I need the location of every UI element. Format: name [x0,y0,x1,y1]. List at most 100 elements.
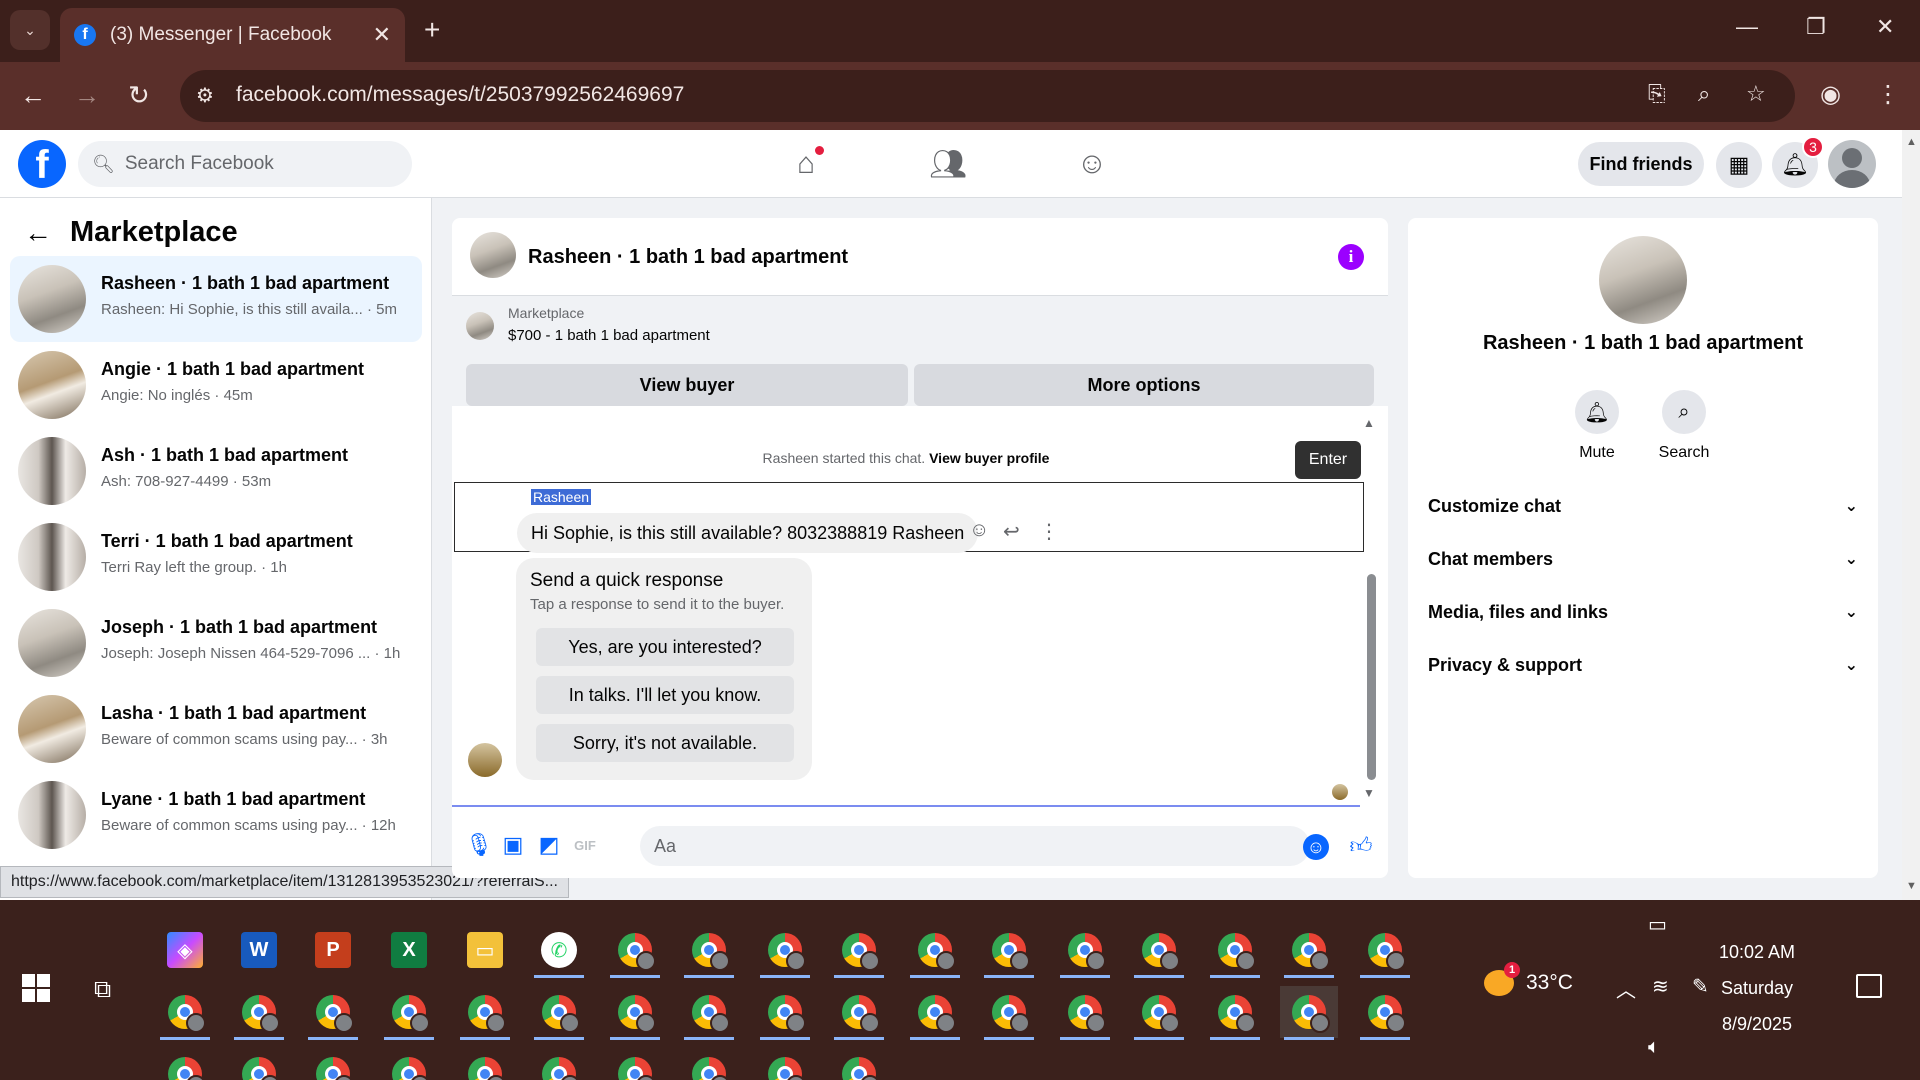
back-arrow-icon[interactable]: ← [24,217,52,249]
find-friends-button[interactable]: Find friends [1578,142,1704,186]
conversation-item[interactable]: Terri · 1 bath 1 bad apartment Terri Ray… [10,514,422,600]
quick-response-button[interactable]: In talks. I'll let you know. [536,676,794,714]
view-buyer-button[interactable]: View buyer [466,364,908,406]
excel-icon[interactable]: X [380,924,438,976]
conversation-item[interactable]: Lasha · 1 bath 1 bad apartment Beware of… [10,686,422,772]
install-app-icon[interactable]: ⎘ [1648,81,1666,107]
chrome-icon[interactable] [680,986,738,1040]
chrome-icon[interactable] [1356,924,1414,978]
volume-icon[interactable]: 🔈︎ [1648,1036,1660,1059]
chrome-icon[interactable] [530,986,588,1040]
chrome-icon[interactable] [906,986,964,1040]
scroll-down-icon[interactable]: ▼ [1363,786,1375,800]
chrome-icon[interactable] [530,1048,588,1080]
chrome-icon[interactable] [156,986,214,1040]
whatsapp-icon[interactable]: ✆ [530,924,588,978]
chat-avatar[interactable] [470,232,516,278]
chrome-icon[interactable] [380,986,438,1040]
chrome-icon[interactable] [756,1048,814,1080]
sticker-icon[interactable]: ◩ [536,832,562,858]
search-input[interactable]: 🔍︎ Search Facebook [78,141,412,187]
profile-icon[interactable]: ◉ [1820,80,1841,109]
restore-icon[interactable]: ❐ [1806,14,1826,40]
chrome-icon[interactable] [1130,924,1188,978]
conversation-item[interactable]: Joseph · 1 bath 1 bad apartment Joseph: … [10,600,422,686]
page-scrollbar[interactable]: ▲ ▼ [1902,130,1920,900]
clock-day[interactable]: Saturday [1702,978,1812,999]
wifi-icon[interactable]: ≋ [1652,974,1669,999]
chrome-icon[interactable] [456,1048,514,1080]
mute-button[interactable]: 🔔︎ Mute [1557,390,1637,462]
close-window-icon[interactable]: ✕ [1876,14,1894,40]
chrome-icon[interactable] [1056,924,1114,978]
chrome-icon[interactable] [680,1048,738,1080]
conversation-item[interactable]: Ash · 1 bath 1 bad apartment Ash: 708-92… [10,428,422,514]
chrome-icon[interactable] [906,924,964,978]
conversation-item[interactable]: Lyane · 1 bath 1 bad apartment Beware of… [10,772,422,858]
chrome-icon-active[interactable] [1280,986,1338,1040]
chrome-icon[interactable] [1356,986,1414,1040]
notifications-bell-icon[interactable]: 🔔︎ 3 [1772,136,1824,188]
groups-icon[interactable]: ☺ [1072,144,1112,184]
chrome-icon[interactable] [606,924,664,978]
photo-icon[interactable]: ▣ [500,832,526,858]
more-icon[interactable]: ⋮ [1039,519,1059,544]
powerpoint-icon[interactable]: P [304,924,362,976]
address-bar[interactable]: ⚙ facebook.com/messages/t/25037992562469… [180,70,1795,122]
chrome-icon[interactable] [304,1048,362,1080]
chrome-icon[interactable] [1206,924,1264,978]
customize-chat-row[interactable]: Customize chat ⌄ [1428,484,1858,528]
word-icon[interactable]: W [230,924,288,976]
chrome-icon[interactable] [1206,986,1264,1040]
chrome-icon[interactable] [606,1048,664,1080]
gif-icon[interactable]: GIF [572,832,598,858]
chrome-icon[interactable] [230,1048,288,1080]
site-info-icon[interactable]: ⚙ [196,83,222,109]
bookmark-star-icon[interactable]: ☆ [1746,81,1766,107]
chrome-icon[interactable] [830,986,888,1040]
new-tab-button[interactable]: + [424,14,440,46]
show-hidden-icons-icon[interactable]: ︿ [1616,974,1636,1003]
chrome-icon[interactable] [380,1048,438,1080]
clock-date[interactable]: 8/9/2025 [1702,1014,1812,1035]
page-scroll-up-icon[interactable]: ▲ [1906,136,1917,148]
react-icon[interactable]: ☺ [969,519,989,542]
chrome-icon[interactable] [980,924,1038,978]
chrome-icon[interactable] [830,1048,888,1080]
search-in-chat-button[interactable]: ⌕ Search [1644,390,1724,462]
chat-members-row[interactable]: Chat members ⌄ [1428,537,1858,581]
home-icon[interactable]: ⌂ [786,144,826,184]
zoom-icon[interactable]: ⌕ [1698,81,1710,107]
chrome-icon[interactable] [980,986,1038,1040]
windows-start-icon[interactable] [22,974,50,1002]
chrome-icon[interactable] [1280,924,1338,978]
tab-close-icon[interactable]: ✕ [373,22,391,48]
scroll-up-icon[interactable]: ▲ [1363,416,1375,430]
message-input[interactable]: Aa [640,826,1310,866]
file-explorer-icon[interactable]: ▭ [456,924,514,976]
back-icon[interactable]: ← [20,80,46,111]
reply-icon[interactable]: ↩ [1003,519,1020,544]
menu-grid-icon[interactable]: ▦ [1716,142,1762,188]
chrome-icon[interactable] [830,924,888,978]
chrome-menu-icon[interactable]: ⋮ [1876,80,1900,109]
battery-icon[interactable]: ▭ [1648,912,1667,937]
listing-title[interactable]: $700 - 1 bath 1 bad apartment [508,327,710,344]
thumbs-up-icon[interactable]: 👍︎ [1348,832,1374,858]
clock-time[interactable]: 10:02 AM [1702,942,1812,963]
page-scroll-down-icon[interactable]: ▼ [1906,880,1917,892]
microphone-icon[interactable]: 🎙︎ [465,832,493,858]
task-view-icon[interactable]: ⧉ [94,976,111,1004]
quick-response-button[interactable]: Yes, are you interested? [536,628,794,666]
chrome-icon[interactable] [756,924,814,978]
facebook-logo-icon[interactable]: f [18,140,66,188]
chrome-icon[interactable] [456,986,514,1040]
chrome-icon[interactable] [1056,986,1114,1040]
chat-title[interactable]: Rasheen · 1 bath 1 bad apartment [528,246,848,269]
privacy-support-row[interactable]: Privacy & support ⌄ [1428,643,1858,687]
media-files-links-row[interactable]: Media, files and links ⌄ [1428,590,1858,634]
chrome-icon[interactable] [230,986,288,1040]
reload-icon[interactable]: ↻ [128,80,150,111]
chrome-icon[interactable] [156,1048,214,1080]
message-bubble[interactable]: Hi Sophie, is this still available? 8032… [517,513,979,553]
